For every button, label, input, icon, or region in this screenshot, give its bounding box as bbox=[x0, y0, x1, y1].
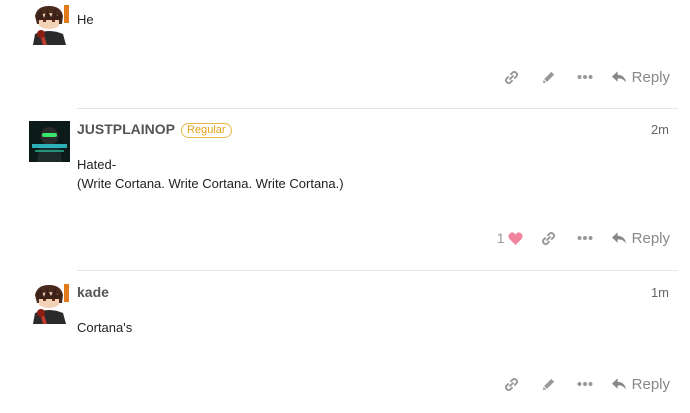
avatar-justplainop[interactable] bbox=[29, 121, 70, 162]
more-icon bbox=[577, 236, 593, 240]
heart-icon bbox=[507, 231, 523, 245]
reply-button[interactable]: Reply bbox=[611, 375, 670, 393]
post-date[interactable]: 2m bbox=[651, 122, 669, 137]
link-icon bbox=[504, 70, 518, 84]
reply-label: Reply bbox=[631, 375, 670, 393]
like-button[interactable]: 1 bbox=[490, 227, 530, 249]
copy-link-button[interactable] bbox=[530, 227, 567, 249]
more-actions-button[interactable] bbox=[567, 373, 604, 395]
edit-button[interactable] bbox=[530, 66, 567, 88]
post-author-row: kade bbox=[77, 284, 109, 300]
reply-label: Reply bbox=[631, 229, 670, 247]
post-2: JUSTPLAINOP Regular 2m Hated- (Write Cort… bbox=[0, 109, 690, 271]
post-body-line: (Write Cortana. Write Cortana. Write Cor… bbox=[77, 176, 344, 191]
link-icon bbox=[541, 231, 555, 245]
user-title-badge: Regular bbox=[181, 123, 232, 138]
reply-arrow-icon bbox=[611, 70, 626, 83]
pencil-icon bbox=[542, 71, 554, 83]
post-body-line: Hated- bbox=[77, 157, 117, 172]
more-icon bbox=[577, 75, 593, 79]
post-date[interactable]: 1m bbox=[651, 285, 669, 300]
more-actions-button[interactable] bbox=[567, 66, 604, 88]
post-actions: Reply bbox=[493, 373, 670, 395]
reply-arrow-icon bbox=[611, 231, 626, 244]
reply-arrow-icon bbox=[611, 377, 626, 390]
like-count: 1 bbox=[496, 230, 505, 246]
copy-link-button[interactable] bbox=[493, 66, 530, 88]
post-body-line: Cortana's bbox=[77, 320, 133, 335]
more-icon bbox=[577, 382, 593, 386]
reply-label: Reply bbox=[631, 68, 670, 86]
pencil-icon bbox=[542, 378, 554, 390]
post-1: He Reply bbox=[0, 0, 690, 108]
username[interactable]: JUSTPLAINOP bbox=[77, 121, 175, 137]
copy-link-button[interactable] bbox=[493, 373, 530, 395]
post-actions: 1 Reply bbox=[490, 227, 670, 249]
link-icon bbox=[504, 377, 518, 391]
topic-stream: He Reply JUSTPLAINOP Regular 2m Hated- (… bbox=[0, 0, 690, 413]
avatar-kade[interactable] bbox=[29, 4, 70, 45]
post-author-row: JUSTPLAINOP Regular bbox=[77, 121, 232, 138]
reply-button[interactable]: Reply bbox=[611, 68, 670, 86]
username[interactable]: kade bbox=[77, 284, 109, 300]
post-actions: Reply bbox=[493, 66, 670, 88]
more-actions-button[interactable] bbox=[567, 227, 604, 249]
avatar-kade[interactable] bbox=[29, 283, 70, 324]
post-3: kade 1m Cortana's Reply bbox=[0, 271, 690, 413]
reply-button[interactable]: Reply bbox=[611, 229, 670, 247]
post-body-line: He bbox=[77, 12, 94, 27]
edit-button[interactable] bbox=[530, 373, 567, 395]
